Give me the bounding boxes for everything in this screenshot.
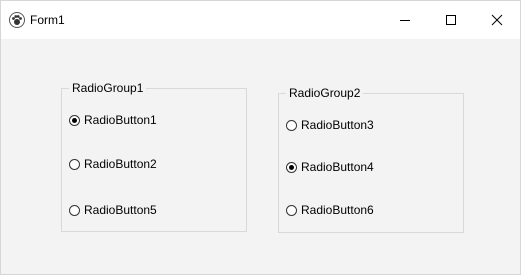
radio-group-1: RadioGroup1 RadioButton1 RadioButton2 Ra… <box>61 81 247 232</box>
radio-button-2[interactable]: RadioButton2 <box>69 156 157 172</box>
close-button[interactable] <box>474 1 520 39</box>
radio-button-1-label: RadioButton1 <box>84 113 157 127</box>
radio-selected-icon[interactable] <box>69 114 80 126</box>
radio-button-2-label: RadioButton2 <box>84 157 157 171</box>
radio-button-1[interactable]: RadioButton1 <box>69 112 157 128</box>
radio-button-4[interactable]: RadioButton4 <box>286 159 374 175</box>
radio-button-3[interactable]: RadioButton3 <box>286 117 374 133</box>
radio-button-6-label: RadioButton6 <box>301 203 374 217</box>
radio-group-2: RadioGroup2 RadioButton3 RadioButton4 Ra… <box>278 86 464 233</box>
paw-icon[interactable] <box>9 12 25 28</box>
window-title: Form1 <box>30 13 65 27</box>
radio-unselected-icon[interactable] <box>69 158 80 170</box>
radio-button-6[interactable]: RadioButton6 <box>286 202 374 218</box>
radio-unselected-icon[interactable] <box>69 204 80 216</box>
maximize-icon <box>445 14 457 26</box>
maximize-button[interactable] <box>428 1 474 39</box>
close-icon <box>491 14 503 26</box>
radio-button-3-label: RadioButton3 <box>301 118 374 132</box>
title-bar[interactable]: Form1 <box>1 1 520 39</box>
radio-group-2-caption: RadioGroup2 <box>286 86 364 100</box>
radio-unselected-icon[interactable] <box>286 204 297 216</box>
minimize-button[interactable] <box>382 1 428 39</box>
form-client-area: RadioGroup1 RadioButton1 RadioButton2 Ra… <box>1 39 520 274</box>
radio-unselected-icon[interactable] <box>286 119 297 131</box>
radio-button-5-label: RadioButton5 <box>84 203 157 217</box>
radio-selected-icon[interactable] <box>286 161 297 173</box>
radio-button-4-label: RadioButton4 <box>301 160 374 174</box>
radio-group-1-caption: RadioGroup1 <box>69 81 147 95</box>
form-window: Form1 RadioGroup1 RadioButton1 RadioButt… <box>0 0 521 275</box>
minimize-icon <box>399 14 411 26</box>
radio-button-5[interactable]: RadioButton5 <box>69 202 157 218</box>
